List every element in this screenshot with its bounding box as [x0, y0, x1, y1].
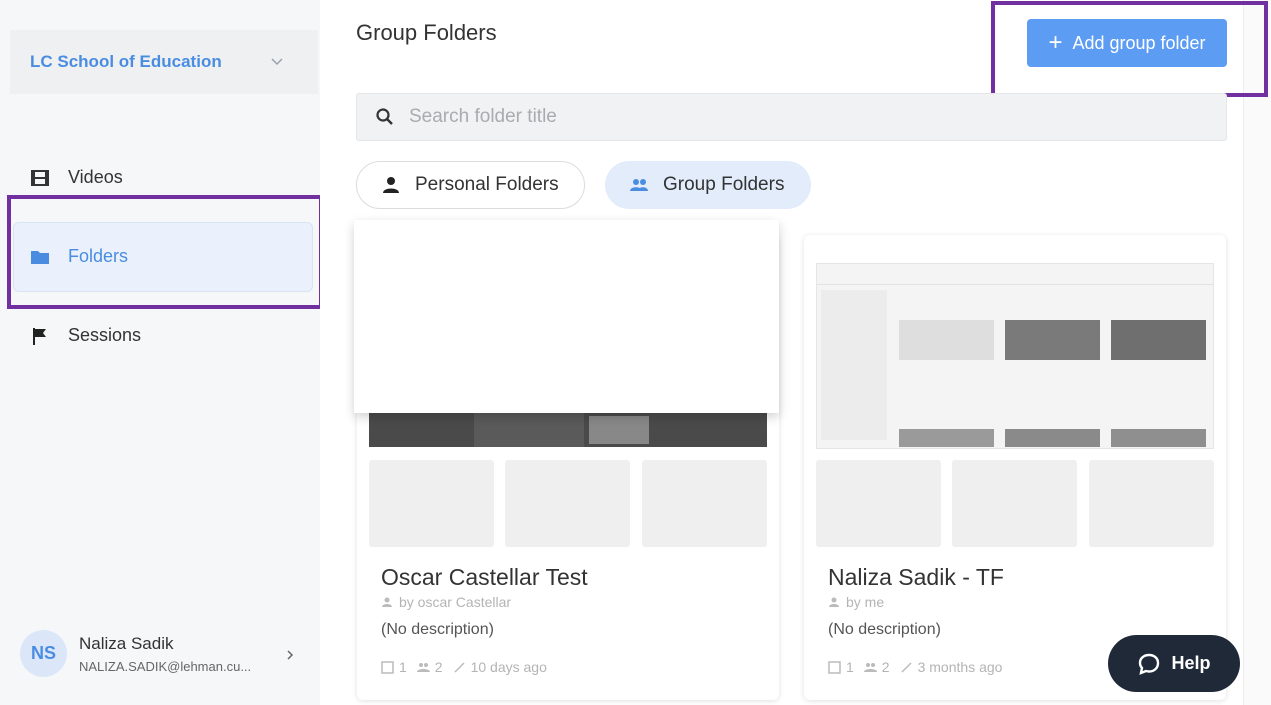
group-icon [863, 662, 877, 672]
card-owner: by oscar Castellar [381, 594, 511, 610]
org-switcher[interactable]: LC School of Education [10, 30, 318, 94]
personal-folders-tab[interactable]: Personal Folders [356, 161, 585, 209]
chevron-down-icon [271, 58, 283, 66]
flag-icon [33, 327, 46, 345]
group-folders-label: Group Folders [663, 174, 785, 195]
card-owner-text: by oscar Castellar [399, 594, 512, 610]
person-icon [383, 177, 399, 193]
card-thumbnail [816, 263, 1214, 449]
page-title: Group Folders [356, 20, 497, 45]
nav-label-videos: Videos [68, 167, 123, 187]
chat-bubble-icon [1139, 653, 1160, 675]
nav-label-sessions: Sessions [68, 325, 142, 345]
card-title: Naliza Sadik - TF [828, 564, 1004, 590]
card-member-count: 2 [881, 659, 890, 675]
card-thumbnail-placeholder [642, 460, 767, 547]
card-member-count: 2 [434, 659, 443, 675]
search-input[interactable] [407, 105, 1111, 129]
card-thumbnail-placeholder [952, 460, 1077, 547]
card-description: (No description) [828, 621, 941, 638]
search-bar[interactable] [356, 93, 1227, 141]
highlight-box-folders [7, 195, 323, 309]
personal-folders-label: Personal Folders [415, 174, 559, 195]
card-meta: 1 2 3 months ago [828, 659, 1012, 675]
card-thumbnail-placeholder [1089, 460, 1214, 547]
right-scroll-area [1243, 0, 1271, 705]
card-thumbnail-placeholder [369, 460, 494, 547]
group-icon [630, 179, 648, 191]
pencil-icon [454, 661, 465, 673]
card-meta: 1 2 10 days ago [381, 659, 557, 675]
pencil-icon [901, 661, 912, 673]
film-icon [828, 660, 841, 674]
card-owner: by me [828, 594, 884, 610]
person-icon [382, 597, 392, 607]
avatar: NS [20, 630, 67, 677]
user-email: NALIZA.SADIK@lehman.cu... [79, 658, 252, 674]
chevron-right-icon [287, 650, 294, 660]
sidebar: LC School of Education Videos Folders Se… [0, 0, 320, 705]
help-button[interactable]: Help [1108, 635, 1240, 692]
film-icon [31, 169, 49, 186]
card-thumbnail [369, 413, 767, 447]
film-icon [381, 660, 394, 674]
card-updated: 10 days ago [470, 659, 547, 675]
org-name: LC School of Education [30, 52, 222, 71]
nav-item-videos[interactable]: Videos [30, 167, 123, 188]
nav-item-sessions[interactable]: Sessions [30, 325, 141, 346]
group-icon [416, 662, 430, 672]
dropdown-popup [354, 220, 779, 413]
help-label: Help [1171, 653, 1211, 673]
card-title: Oscar Castellar Test [381, 564, 588, 590]
user-profile[interactable]: NS Naliza Sadik NALIZA.SADIK@lehman.cu..… [20, 630, 251, 677]
group-folders-tab[interactable]: Group Folders [605, 161, 811, 209]
card-updated: 3 months ago [917, 659, 1003, 675]
search-icon [376, 108, 393, 125]
card-video-count: 1 [846, 659, 854, 675]
card-owner-text: by me [846, 594, 885, 610]
card-thumbnail-placeholder [816, 460, 941, 547]
card-description: (No description) [381, 621, 494, 638]
highlight-box-add [991, 1, 1268, 97]
folder-card[interactable]: Naliza Sadik - TF by me (No description)… [804, 235, 1226, 700]
user-name: Naliza Sadik [79, 633, 174, 653]
card-thumbnail-placeholder [505, 460, 630, 547]
person-icon [829, 597, 839, 607]
card-video-count: 1 [399, 659, 407, 675]
